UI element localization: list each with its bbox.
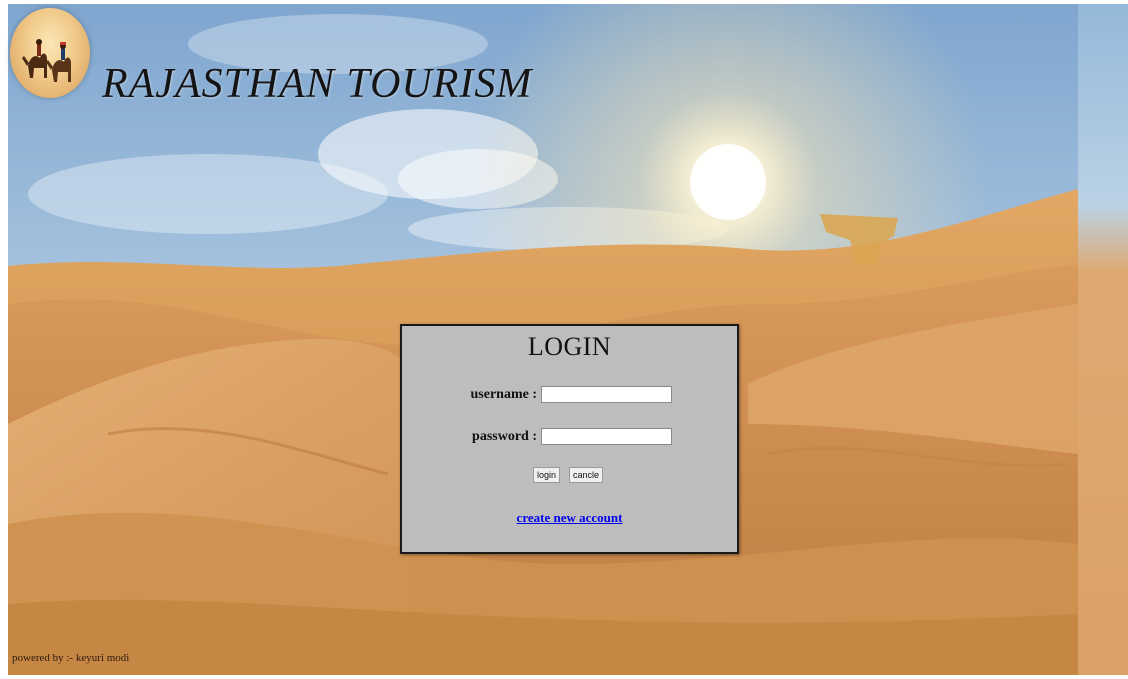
password-input[interactable] bbox=[541, 428, 672, 445]
login-panel: LOGIN username : password : login cancle… bbox=[400, 324, 739, 554]
username-row: username : bbox=[402, 386, 737, 406]
password-label: password : bbox=[472, 429, 537, 444]
site-title: RAJASTHAN TOURISM bbox=[102, 61, 533, 107]
cancel-button[interactable]: cancle bbox=[569, 467, 604, 483]
login-button[interactable]: login bbox=[533, 467, 561, 483]
username-label: username : bbox=[470, 387, 538, 402]
login-title: LOGIN bbox=[527, 332, 612, 361]
footer-credit: powered by :- keyuri modi bbox=[12, 652, 130, 664]
username-input[interactable] bbox=[541, 386, 672, 403]
camel-riders-icon bbox=[10, 8, 90, 98]
side-background-strip bbox=[1078, 4, 1128, 675]
password-row: password : bbox=[402, 428, 737, 448]
create-account-link[interactable]: create new account bbox=[402, 510, 737, 526]
